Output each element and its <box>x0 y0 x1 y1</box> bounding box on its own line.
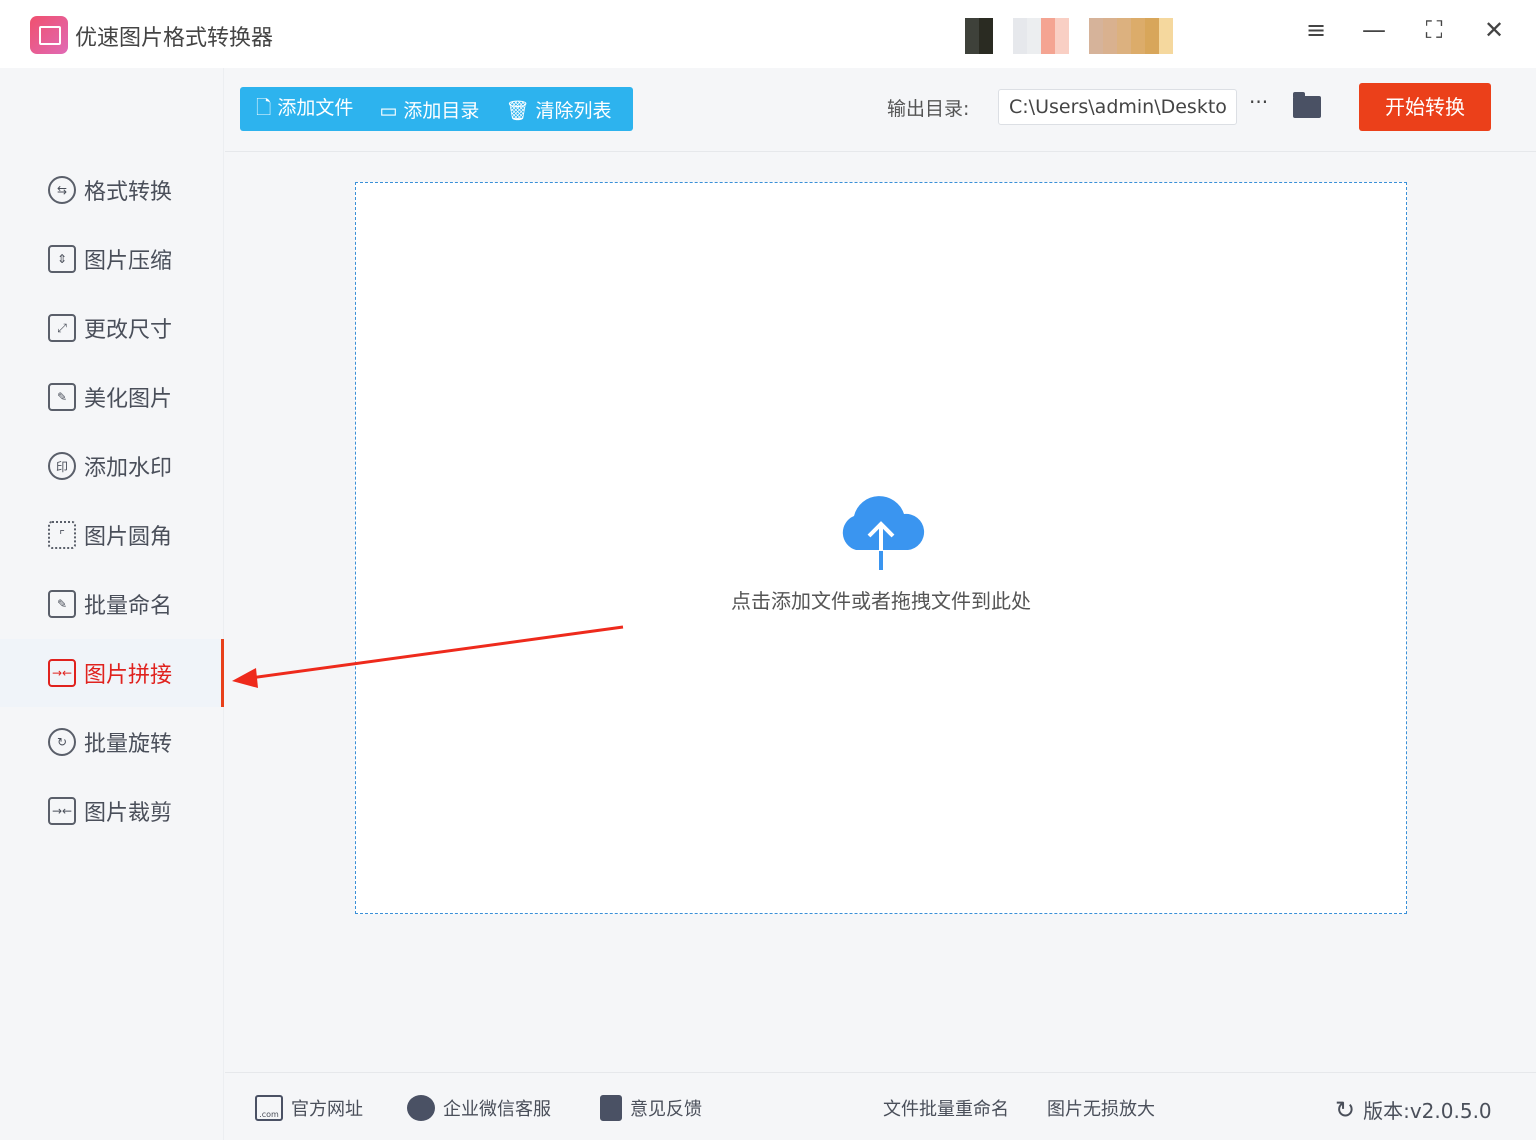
batch-rename-label: 文件批量重命名 <box>883 1095 1009 1121</box>
feedback-label: 意见反馈 <box>630 1095 702 1121</box>
lossless-enlarge-link[interactable]: 图片无损放大 <box>1047 1095 1155 1121</box>
refresh-icon: ↻ <box>1335 1096 1355 1124</box>
website-label: 官方网址 <box>291 1095 363 1121</box>
wechat-service-link[interactable]: 企业微信客服 <box>407 1095 551 1121</box>
website-link[interactable]: .com 官方网址 <box>255 1095 363 1121</box>
footer: .com 官方网址 企业微信客服 意见反馈 文件批量重命名 图片无损放大 ↻ 版本:… <box>225 1072 1536 1140</box>
version-info[interactable]: ↻ 版本:v2.0.5.0 <box>1335 1095 1492 1124</box>
lossless-label: 图片无损放大 <box>1047 1095 1155 1121</box>
wechat-label: 企业微信客服 <box>443 1095 551 1121</box>
feedback-icon <box>600 1095 622 1121</box>
website-icon: .com <box>255 1095 283 1121</box>
wechat-icon <box>407 1095 435 1121</box>
version-label: 版本:v2.0.5.0 <box>1363 1095 1492 1124</box>
batch-rename-link[interactable]: 文件批量重命名 <box>883 1095 1009 1121</box>
annotation-arrow <box>0 0 1536 1140</box>
feedback-link[interactable]: 意见反馈 <box>600 1095 702 1121</box>
